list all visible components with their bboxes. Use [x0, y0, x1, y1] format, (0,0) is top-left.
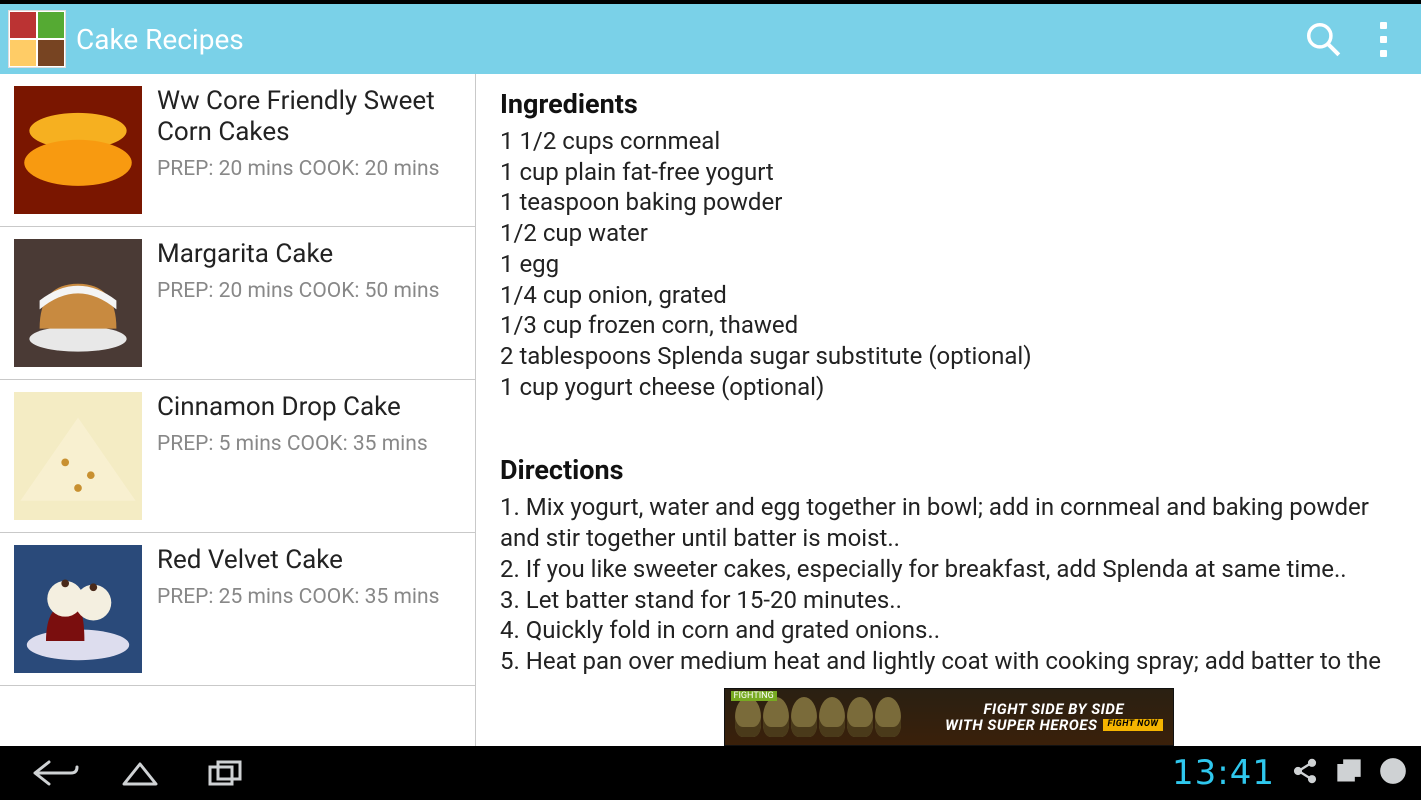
- direction-line: 4. Quickly fold in corn and grated onion…: [500, 615, 1397, 646]
- recipe-thumbnail: [14, 545, 142, 673]
- content-area: Ww Core Friendly Sweet Corn Cakes PREP: …: [0, 74, 1421, 746]
- back-button[interactable]: [30, 755, 80, 791]
- ingredient-line: 1/4 cup onion, grated: [500, 280, 1397, 311]
- search-button[interactable]: [1293, 9, 1353, 69]
- list-item[interactable]: Red Velvet Cake PREP: 25 mins COOK: 35 m…: [0, 533, 475, 686]
- multiwindow-icon[interactable]: [1335, 757, 1363, 789]
- recipe-meta: PREP: 5 mins COOK: 35 mins: [157, 431, 461, 457]
- list-item[interactable]: Margarita Cake PREP: 20 mins COOK: 50 mi…: [0, 227, 475, 380]
- ingredient-line: 1 1/2 cups cornmeal: [500, 126, 1397, 157]
- back-icon: [31, 758, 79, 788]
- search-icon: [1304, 20, 1342, 58]
- overflow-menu-button[interactable]: [1353, 9, 1413, 69]
- recipe-name: Margarita Cake: [157, 239, 461, 270]
- ingredient-line: 1/3 cup frozen corn, thawed: [500, 310, 1397, 341]
- action-bar: Cake Recipes: [0, 4, 1421, 74]
- home-button[interactable]: [115, 755, 165, 791]
- recipe-thumbnail: [14, 239, 142, 367]
- ingredient-line: 2 tablespoons Splenda sugar substitute (…: [500, 341, 1397, 372]
- recipe-name: Cinnamon Drop Cake: [157, 392, 461, 423]
- recipe-thumbnail: [14, 86, 142, 214]
- ad-line: FIGHT SIDE BY SIDE: [945, 701, 1162, 718]
- direction-line: 3. Let batter stand for 15-20 minutes..: [500, 585, 1397, 616]
- direction-line: 5. Heat pan over medium heat and lightly…: [500, 646, 1397, 677]
- ad-line: WITH SUPER HEROES: [945, 717, 1097, 734]
- recent-apps-button[interactable]: [200, 755, 250, 791]
- direction-line: 2. If you like sweeter cakes, especially…: [500, 554, 1397, 585]
- ingredient-line: 1 cup plain fat-free yogurt: [500, 157, 1397, 188]
- ingredient-line: 1/2 cup water: [500, 218, 1397, 249]
- ad-tag: FIGHTING: [731, 691, 777, 701]
- ingredient-line: 1 egg: [500, 249, 1397, 280]
- recipe-list[interactable]: Ww Core Friendly Sweet Corn Cakes PREP: …: [0, 74, 476, 746]
- app-icon[interactable]: [8, 10, 66, 68]
- directions-heading: Directions: [500, 454, 1397, 486]
- recent-apps-icon: [206, 758, 244, 788]
- ingredient-line: 1 teaspoon baking powder: [500, 187, 1397, 218]
- share-icon[interactable]: [1291, 757, 1319, 789]
- recipe-detail[interactable]: Ingredients 1 1/2 cups cornmeal 1 cup pl…: [476, 74, 1421, 746]
- list-item[interactable]: Cinnamon Drop Cake PREP: 5 mins COOK: 35…: [0, 380, 475, 533]
- ad-cta[interactable]: FIGHT NOW: [1103, 719, 1162, 731]
- direction-line: 1. Mix yogurt, water and egg together in…: [500, 492, 1397, 553]
- ad-text: FIGHT SIDE BY SIDE WITH SUPER HEROES FIG…: [945, 701, 1162, 734]
- recipe-meta: PREP: 20 mins COOK: 50 mins: [157, 278, 461, 304]
- navigation-bar: 13:41: [0, 746, 1421, 800]
- ingredient-line: 1 cup yogurt cheese (optional): [500, 372, 1397, 403]
- app-title: Cake Recipes: [76, 23, 1293, 56]
- list-item[interactable]: Ww Core Friendly Sweet Corn Cakes PREP: …: [0, 74, 475, 227]
- overflow-icon: [1380, 22, 1387, 57]
- close-icon[interactable]: [1379, 757, 1407, 789]
- clock: 13:41: [1172, 753, 1275, 793]
- recipe-name: Red Velvet Cake: [157, 545, 461, 576]
- home-icon: [120, 758, 160, 788]
- ingredients-heading: Ingredients: [500, 88, 1397, 120]
- ad-graphic: [735, 697, 901, 737]
- recipe-meta: PREP: 25 mins COOK: 35 mins: [157, 584, 461, 610]
- recipe-meta: PREP: 20 mins COOK: 20 mins: [157, 156, 461, 182]
- ad-banner[interactable]: FIGHTING FIGHT SIDE BY SIDE WITH SUPER H…: [724, 688, 1174, 746]
- recipe-thumbnail: [14, 392, 142, 520]
- recipe-name: Ww Core Friendly Sweet Corn Cakes: [157, 86, 461, 148]
